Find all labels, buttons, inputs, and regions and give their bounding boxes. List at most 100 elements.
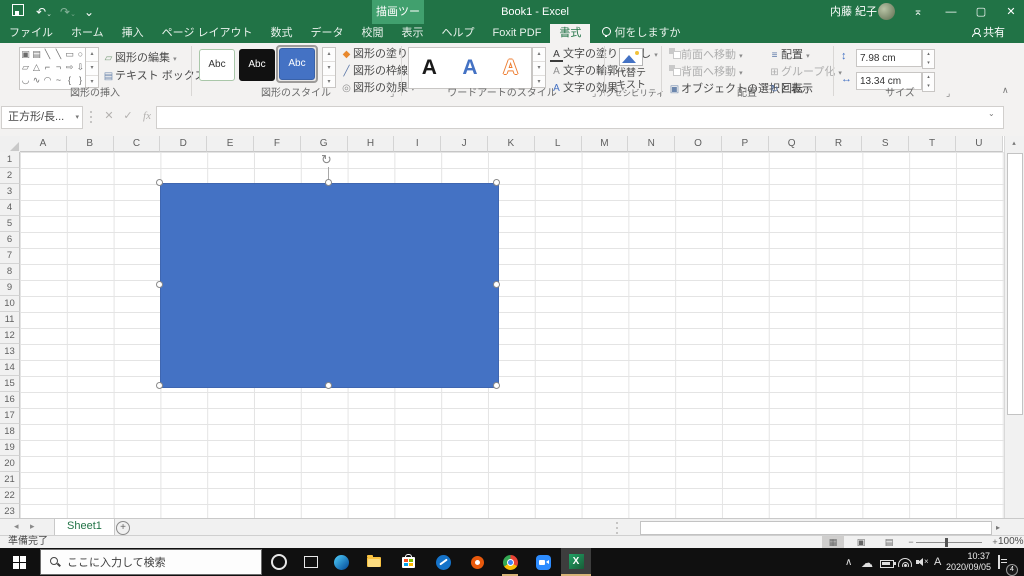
wordart-style-orange[interactable]: A	[503, 49, 518, 87]
name-box[interactable]: 正方形/長... ▾	[1, 106, 83, 129]
page-break-view-icon[interactable]: ▤	[878, 536, 900, 548]
shape-style-chip-selected[interactable]: Abc	[276, 45, 318, 83]
customize-qat-icon[interactable]: ⌄	[84, 4, 94, 20]
column-header-N[interactable]: N	[628, 136, 676, 152]
app-icon[interactable]	[428, 548, 458, 576]
row-header-13[interactable]: 13	[0, 344, 20, 360]
resize-handle[interactable]	[90, 111, 92, 113]
column-header-S[interactable]: S	[862, 136, 910, 152]
row-header-4[interactable]: 4	[0, 200, 20, 216]
office-icon[interactable]	[462, 548, 492, 576]
column-header-Q[interactable]: Q	[768, 136, 816, 152]
column-header-U[interactable]: U	[955, 136, 1003, 152]
column-header-H[interactable]: H	[347, 136, 395, 152]
ribbon-tab-データ[interactable]: データ	[302, 24, 353, 43]
column-header-I[interactable]: I	[394, 136, 442, 152]
zoom-level[interactable]: 100%	[998, 536, 1024, 548]
excel-taskbar-button[interactable]: X	[561, 548, 591, 576]
row-header-18[interactable]: 18	[0, 424, 20, 440]
column-header-L[interactable]: L	[534, 136, 582, 152]
clock[interactable]: 10:37 2020/09/05	[946, 551, 991, 573]
row-header-7[interactable]: 7	[0, 248, 20, 264]
row-header-1[interactable]: 1	[0, 152, 20, 168]
horizontal-scroll-thumb[interactable]	[640, 521, 992, 535]
share-button[interactable]: 共有	[972, 24, 1005, 43]
shape-gallery-item-icon[interactable]: {	[64, 74, 75, 87]
battery-icon[interactable]	[880, 559, 896, 571]
column-header-E[interactable]: E	[207, 136, 254, 152]
row-header-11[interactable]: 11	[0, 312, 20, 328]
shape-gallery-item-icon[interactable]: ▤	[31, 48, 42, 61]
formula-bar[interactable]	[156, 106, 1004, 129]
ribbon-tab-ホーム[interactable]: ホーム	[62, 24, 113, 43]
task-view-icon[interactable]	[296, 548, 326, 576]
row-header-6[interactable]: 6	[0, 232, 20, 248]
row-header-5[interactable]: 5	[0, 216, 20, 232]
shape-height-input[interactable]	[856, 49, 922, 67]
taskbar-search-input[interactable]: ここに入力して検索	[40, 549, 262, 575]
column-header-O[interactable]: O	[675, 136, 722, 152]
ribbon-tab-ヘルプ[interactable]: ヘルプ	[433, 24, 484, 43]
ribbon-tab-ページ レイアウト[interactable]: ページ レイアウト	[153, 24, 262, 43]
shape-gallery-item-icon[interactable]: ▱	[20, 61, 31, 74]
resize-handle-s[interactable]	[325, 382, 332, 389]
shape-style-chip-2[interactable]: Abc	[239, 49, 275, 81]
store-icon[interactable]	[393, 548, 423, 576]
row-header-16[interactable]: 16	[0, 392, 20, 408]
edge-icon[interactable]	[326, 548, 356, 576]
column-header-T[interactable]: T	[909, 136, 956, 152]
tray-expand-icon[interactable]: ∧	[845, 557, 852, 568]
ribbon-tab-数式[interactable]: 数式	[262, 24, 302, 43]
wordart-style-black[interactable]: A	[422, 49, 437, 87]
shape-gallery[interactable]: ▣ ▤ ╲ ╲ ▭ ○ ▱ △ ⌐ ¬ ⇨ ⇩ ◡ ∿ ◠ ~{}	[19, 47, 87, 90]
row-header-22[interactable]: 22	[0, 488, 20, 504]
column-header-B[interactable]: B	[66, 136, 114, 152]
shape-outline-button[interactable]: ╱図形の枠線 ▾	[340, 63, 414, 79]
shape-gallery-item-icon[interactable]: △	[31, 61, 42, 74]
column-header-R[interactable]: R	[815, 136, 863, 152]
minimize-icon[interactable]: —	[938, 0, 964, 24]
start-button[interactable]	[4, 548, 34, 576]
shape-gallery-item-icon[interactable]: ╲	[42, 48, 53, 61]
shape-gallery-item-icon[interactable]: ╲	[53, 48, 64, 61]
row-header-2[interactable]: 2	[0, 168, 20, 184]
name-box-dropdown-icon[interactable]: ▾	[75, 107, 79, 128]
tab-strip-splitter[interactable]	[616, 522, 618, 524]
volume-muted-icon[interactable]: ×	[916, 557, 930, 570]
sheet-nav-right-icon[interactable]: ▸	[30, 521, 35, 532]
edit-shape-button[interactable]: ▱ 図形の編集 ▾	[102, 50, 177, 66]
undo-icon[interactable]: ↶⌄	[36, 4, 52, 20]
shape-gallery-scroll[interactable]: ▴ ▾ ▾	[85, 47, 99, 88]
rectangle-shape[interactable]	[160, 183, 499, 388]
cortana-icon[interactable]	[264, 548, 294, 576]
sheet-nav-left-icon[interactable]: ◂	[14, 521, 19, 532]
resize-handle-nw[interactable]	[156, 179, 163, 186]
shape-gallery-item-icon[interactable]: ~	[53, 74, 64, 87]
shape-style-chip-1[interactable]: Abc	[199, 49, 235, 81]
shape-gallery-item-icon[interactable]: ◠	[42, 74, 53, 87]
resize-handle-se[interactable]	[493, 382, 500, 389]
shape-gallery-item-icon[interactable]: ⇨	[64, 61, 75, 74]
wordart-style-blue[interactable]: A	[462, 49, 477, 87]
tell-me-box[interactable]: 何をしますか	[593, 24, 689, 43]
wordart-gallery[interactable]: A A A	[408, 47, 532, 89]
row-header-10[interactable]: 10	[0, 296, 20, 312]
ime-indicator[interactable]: A	[934, 556, 941, 568]
ribbon-tab-書式[interactable]: 書式	[550, 24, 591, 43]
zoom-slider-thumb[interactable]	[945, 538, 948, 547]
notification-icon[interactable]	[998, 555, 1000, 569]
insert-function-icon[interactable]: fx	[138, 106, 156, 127]
rotation-handle-icon[interactable]: ↻	[321, 153, 332, 166]
zoom-slider-track[interactable]	[916, 542, 982, 543]
column-header-C[interactable]: C	[113, 136, 161, 152]
shape-gallery-item-icon[interactable]: ¬	[53, 61, 64, 74]
onedrive-icon[interactable]: ☁	[861, 556, 873, 570]
expand-formula-bar-icon[interactable]: ⌄	[988, 109, 995, 118]
resize-handle-e[interactable]	[493, 281, 500, 288]
shape-gallery-item-icon[interactable]: ◡	[20, 74, 31, 87]
resize-handle-ne[interactable]	[493, 179, 500, 186]
row-header-23[interactable]: 23	[0, 504, 20, 518]
row-header-14[interactable]: 14	[0, 360, 20, 376]
row-header-20[interactable]: 20	[0, 456, 20, 472]
resize-handle-n[interactable]	[325, 179, 332, 186]
